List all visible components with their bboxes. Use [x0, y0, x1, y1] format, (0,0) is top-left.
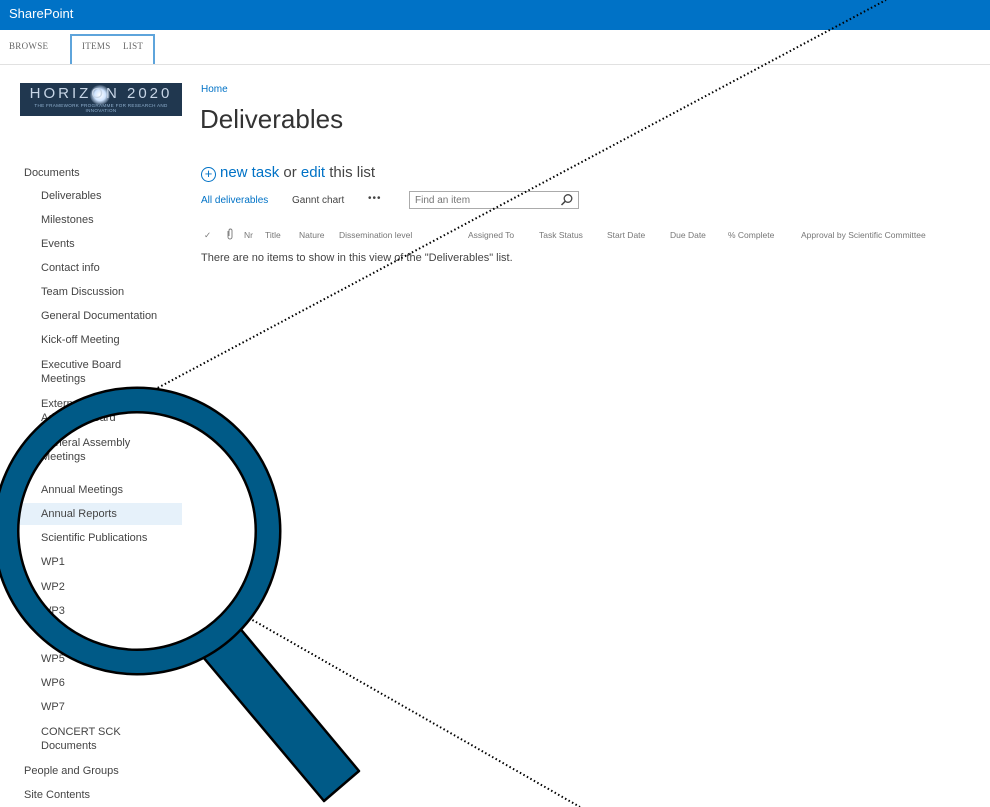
nav-item-wp6[interactable]: WP6 — [41, 676, 65, 690]
tab-items[interactable]: ITEMS — [82, 41, 111, 51]
or-text: or — [283, 164, 297, 181]
nav-item-events[interactable]: Events — [41, 237, 75, 251]
nav-item-kickoff-meeting[interactable]: Kick-off Meeting — [41, 333, 120, 347]
nav-item-wp5[interactable]: WP5 — [41, 652, 65, 666]
nav-item-concert-sck[interactable]: CONCERT SCK Documents — [41, 725, 121, 753]
column-due-date[interactable]: Due Date — [670, 230, 706, 240]
tab-browse[interactable]: BROWSE — [9, 41, 48, 51]
nav-item-wp1[interactable]: WP1 — [41, 555, 65, 569]
nav-people-and-groups[interactable]: People and Groups — [24, 764, 119, 778]
column-dissemination-level[interactable]: Dissemination level — [339, 230, 412, 240]
plus-circle-icon[interactable]: + — [201, 167, 216, 182]
suite-bar: SharePoint — [0, 0, 990, 30]
column-task-status[interactable]: Task Status — [539, 230, 583, 240]
nav-item-contact-info[interactable]: Contact info — [41, 261, 100, 275]
search-input[interactable] — [410, 192, 555, 208]
search-box[interactable] — [409, 191, 579, 209]
nav-item-team-discussion[interactable]: Team Discussion — [41, 285, 124, 299]
attachment-icon[interactable] — [226, 228, 234, 240]
page-title[interactable]: Deliverables — [200, 104, 343, 135]
nav-item-annual-reports[interactable]: Annual Reports — [41, 507, 117, 521]
ribbon: BROWSE ITEMS LIST — [0, 30, 990, 65]
tab-list[interactable]: LIST — [123, 41, 143, 51]
nav-item-wp7[interactable]: WP7 — [41, 700, 65, 714]
nav-item-wp2[interactable]: WP2 — [41, 580, 65, 594]
nav-site-contents[interactable]: Site Contents — [24, 788, 90, 802]
nav-item-general-assembly[interactable]: General Assembly Meetings — [41, 436, 130, 464]
empty-list-message: There are no items to show in this view … — [201, 252, 513, 264]
checkmark-icon[interactable]: ✓ — [204, 230, 211, 241]
logo-subtitle: THE FRAMEWORK PROGRAMME FOR RESEARCH AND… — [34, 103, 168, 113]
column-start-date[interactable]: Start Date — [607, 230, 645, 240]
view-gannt-chart[interactable]: Gannt chart — [292, 195, 344, 206]
nav-item-external-scientific[interactable]: External Scientific Advisory Board — [41, 397, 128, 425]
breadcrumb-home[interactable]: Home — [201, 84, 228, 95]
column-nature[interactable]: Nature — [299, 230, 325, 240]
column-nr[interactable]: Nr — [244, 230, 253, 240]
app-brand[interactable]: SharePoint — [9, 6, 73, 21]
nav-item-wp3[interactable]: WP3 — [41, 604, 65, 618]
nav-item-annual-meetings[interactable]: Annual Meetings — [41, 483, 123, 497]
this-list-text: this list — [329, 164, 376, 181]
nav-item-milestones[interactable]: Milestones — [41, 213, 94, 227]
column-title[interactable]: Title — [265, 230, 281, 240]
more-views-button[interactable]: ••• — [368, 193, 382, 204]
view-all-deliverables[interactable]: All deliverables — [201, 195, 268, 206]
magnifying-glass-overlay-icon — [0, 0, 887, 807]
column-assigned-to[interactable]: Assigned To — [468, 230, 514, 240]
column-approval[interactable]: Approval by Scientific Committee — [801, 230, 926, 240]
nav-item-scientific-publications[interactable]: Scientific Publications — [41, 531, 147, 545]
view-selector: All deliverables Gannt chart ••• — [201, 193, 381, 206]
nav-item-general-documentation[interactable]: General Documentation — [41, 309, 157, 323]
column-percent-complete[interactable]: % Complete — [728, 230, 774, 240]
site-logo[interactable]: HORIZON 2020 THE FRAMEWORK PROGRAMME FOR… — [20, 83, 182, 116]
nav-documents[interactable]: Documents — [24, 166, 80, 180]
edit-list-link[interactable]: edit — [301, 164, 325, 181]
new-task-link[interactable]: new task — [220, 164, 279, 181]
new-task-command: + new task or edit this list — [201, 164, 375, 182]
nav-item-deliverables[interactable]: Deliverables — [41, 189, 102, 203]
logo-title: HORIZON 2020 — [29, 85, 173, 102]
search-icon[interactable] — [560, 193, 574, 207]
nav-item-wp4[interactable]: WP4 — [41, 628, 65, 642]
nav-item-executive-board[interactable]: Executive Board Meetings — [41, 358, 121, 386]
